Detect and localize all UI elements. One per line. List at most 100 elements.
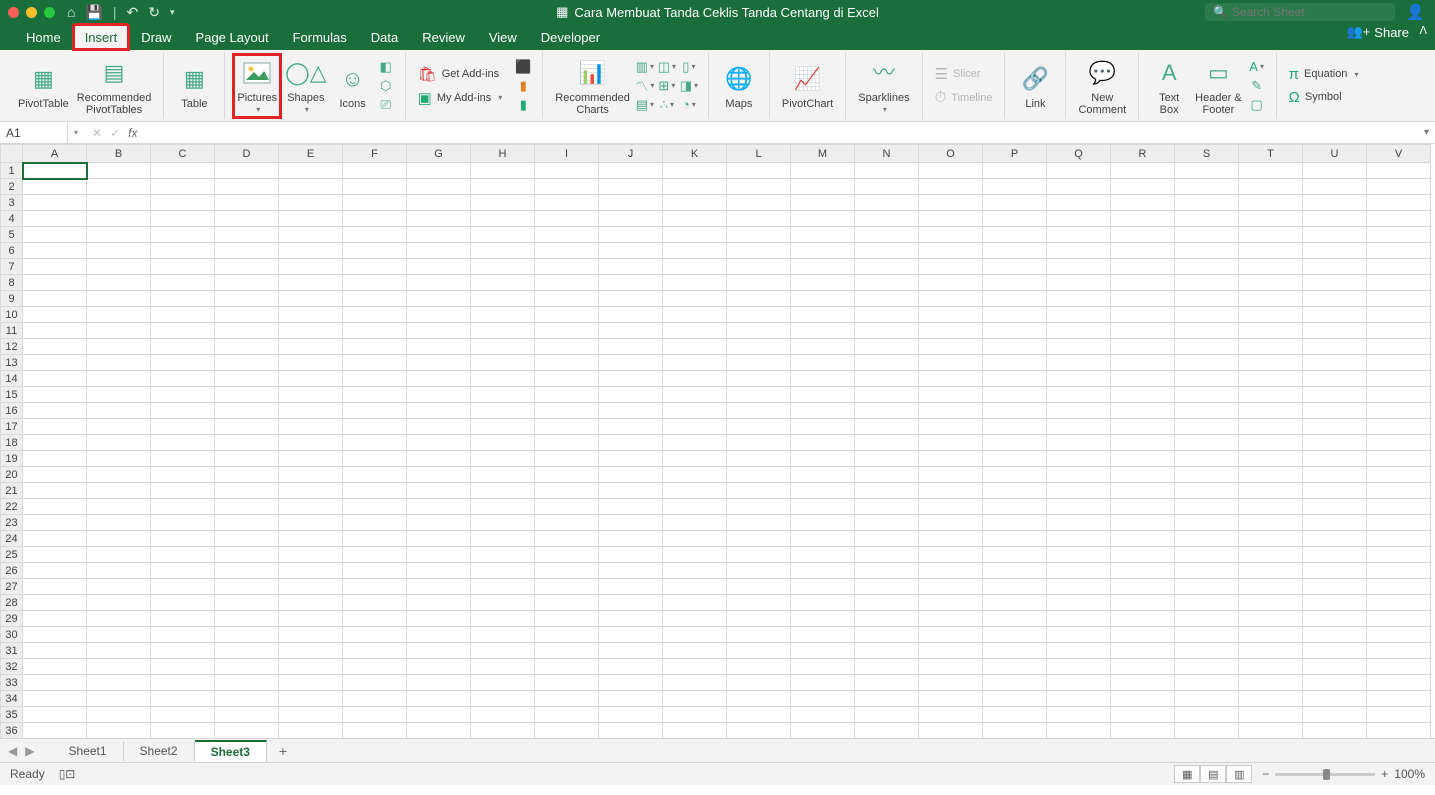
cell-U30[interactable] bbox=[1303, 627, 1367, 643]
cell-E18[interactable] bbox=[279, 435, 343, 451]
cell-H15[interactable] bbox=[471, 387, 535, 403]
cell-R4[interactable] bbox=[1111, 211, 1175, 227]
cell-S26[interactable] bbox=[1175, 563, 1239, 579]
row-header-19[interactable]: 19 bbox=[1, 451, 23, 467]
cell-P14[interactable] bbox=[983, 371, 1047, 387]
cell-A21[interactable] bbox=[23, 483, 87, 499]
cell-U13[interactable] bbox=[1303, 355, 1367, 371]
col-header-G[interactable]: G bbox=[407, 145, 471, 163]
cell-M1[interactable] bbox=[791, 163, 855, 179]
cell-J23[interactable] bbox=[599, 515, 663, 531]
cell-G21[interactable] bbox=[407, 483, 471, 499]
cell-G7[interactable] bbox=[407, 259, 471, 275]
col-header-V[interactable]: V bbox=[1367, 145, 1431, 163]
cell-C36[interactable] bbox=[151, 723, 215, 739]
cell-S27[interactable] bbox=[1175, 579, 1239, 595]
cell-T14[interactable] bbox=[1239, 371, 1303, 387]
cell-T35[interactable] bbox=[1239, 707, 1303, 723]
cell-A4[interactable] bbox=[23, 211, 87, 227]
cell-B21[interactable] bbox=[87, 483, 151, 499]
cell-V9[interactable] bbox=[1367, 291, 1431, 307]
cell-A26[interactable] bbox=[23, 563, 87, 579]
symbol-button[interactable]: Ω Symbol bbox=[1285, 87, 1363, 108]
cell-Q24[interactable] bbox=[1047, 531, 1111, 547]
cell-O8[interactable] bbox=[919, 275, 983, 291]
cell-O2[interactable] bbox=[919, 179, 983, 195]
cell-G4[interactable] bbox=[407, 211, 471, 227]
cell-O16[interactable] bbox=[919, 403, 983, 419]
cell-B23[interactable] bbox=[87, 515, 151, 531]
cell-P12[interactable] bbox=[983, 339, 1047, 355]
cell-E1[interactable] bbox=[279, 163, 343, 179]
cell-P5[interactable] bbox=[983, 227, 1047, 243]
cell-H22[interactable] bbox=[471, 499, 535, 515]
cell-F32[interactable] bbox=[343, 659, 407, 675]
row-header-6[interactable]: 6 bbox=[1, 243, 23, 259]
cell-J3[interactable] bbox=[599, 195, 663, 211]
cell-D4[interactable] bbox=[215, 211, 279, 227]
cell-H26[interactable] bbox=[471, 563, 535, 579]
visio-icon[interactable]: ▮ bbox=[514, 96, 532, 114]
cell-I36[interactable] bbox=[535, 723, 599, 739]
scatter-chart-icon[interactable]: ∴▾ bbox=[658, 96, 676, 114]
cell-C24[interactable] bbox=[151, 531, 215, 547]
cell-T24[interactable] bbox=[1239, 531, 1303, 547]
row-header-17[interactable]: 17 bbox=[1, 419, 23, 435]
cell-L12[interactable] bbox=[727, 339, 791, 355]
cell-P15[interactable] bbox=[983, 387, 1047, 403]
cell-J11[interactable] bbox=[599, 323, 663, 339]
cell-G32[interactable] bbox=[407, 659, 471, 675]
cell-Q10[interactable] bbox=[1047, 307, 1111, 323]
col-header-H[interactable]: H bbox=[471, 145, 535, 163]
cell-O20[interactable] bbox=[919, 467, 983, 483]
cell-F33[interactable] bbox=[343, 675, 407, 691]
cell-F6[interactable] bbox=[343, 243, 407, 259]
cell-F17[interactable] bbox=[343, 419, 407, 435]
hierarchy-chart-icon[interactable]: ◫▾ bbox=[658, 58, 676, 76]
cell-E36[interactable] bbox=[279, 723, 343, 739]
minimize-window-icon[interactable] bbox=[26, 7, 37, 18]
cell-P22[interactable] bbox=[983, 499, 1047, 515]
cell-R20[interactable] bbox=[1111, 467, 1175, 483]
cell-I22[interactable] bbox=[535, 499, 599, 515]
cell-R21[interactable] bbox=[1111, 483, 1175, 499]
cell-R23[interactable] bbox=[1111, 515, 1175, 531]
cell-U17[interactable] bbox=[1303, 419, 1367, 435]
row-header-14[interactable]: 14 bbox=[1, 371, 23, 387]
cell-M9[interactable] bbox=[791, 291, 855, 307]
cell-H33[interactable] bbox=[471, 675, 535, 691]
cell-O29[interactable] bbox=[919, 611, 983, 627]
cell-G9[interactable] bbox=[407, 291, 471, 307]
cell-Q9[interactable] bbox=[1047, 291, 1111, 307]
cell-M28[interactable] bbox=[791, 595, 855, 611]
sheet-tab-3[interactable]: Sheet3 bbox=[195, 740, 267, 762]
cell-T8[interactable] bbox=[1239, 275, 1303, 291]
row-header-10[interactable]: 10 bbox=[1, 307, 23, 323]
cell-V34[interactable] bbox=[1367, 691, 1431, 707]
cell-P13[interactable] bbox=[983, 355, 1047, 371]
cell-H36[interactable] bbox=[471, 723, 535, 739]
cancel-formula-icon[interactable]: ✕ bbox=[92, 126, 102, 140]
pictures-button[interactable]: Pictures▾ bbox=[233, 54, 281, 118]
my-addins-button[interactable]: ▣ My Add-ins▾ bbox=[414, 87, 507, 109]
cell-U2[interactable] bbox=[1303, 179, 1367, 195]
cell-O12[interactable] bbox=[919, 339, 983, 355]
cell-A12[interactable] bbox=[23, 339, 87, 355]
cell-Q34[interactable] bbox=[1047, 691, 1111, 707]
cell-A6[interactable] bbox=[23, 243, 87, 259]
col-header-A[interactable]: A bbox=[23, 145, 87, 163]
cell-M31[interactable] bbox=[791, 643, 855, 659]
cell-N36[interactable] bbox=[855, 723, 919, 739]
cell-G25[interactable] bbox=[407, 547, 471, 563]
cell-B17[interactable] bbox=[87, 419, 151, 435]
combo-chart-icon[interactable]: ◨▾ bbox=[680, 77, 698, 95]
cell-H9[interactable] bbox=[471, 291, 535, 307]
cell-F20[interactable] bbox=[343, 467, 407, 483]
cell-O14[interactable] bbox=[919, 371, 983, 387]
cell-E30[interactable] bbox=[279, 627, 343, 643]
cell-Q27[interactable] bbox=[1047, 579, 1111, 595]
cell-D9[interactable] bbox=[215, 291, 279, 307]
row-header-22[interactable]: 22 bbox=[1, 499, 23, 515]
cell-B13[interactable] bbox=[87, 355, 151, 371]
row-header-20[interactable]: 20 bbox=[1, 467, 23, 483]
